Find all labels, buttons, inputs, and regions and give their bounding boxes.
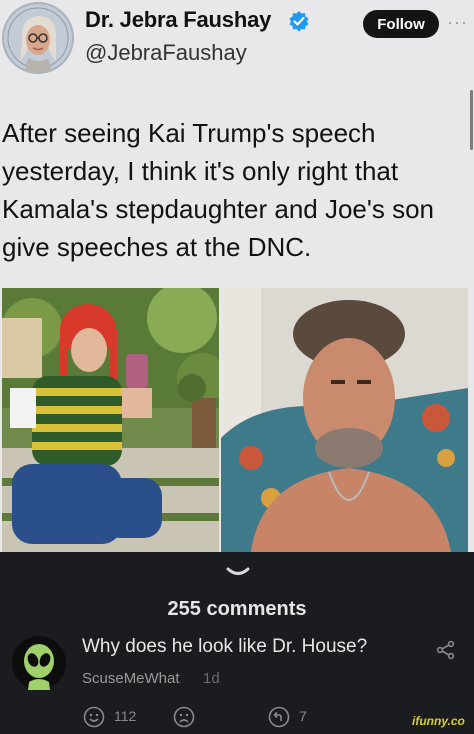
comment-username[interactable]: ScuseMeWhat (82, 670, 180, 687)
chevron-down-icon[interactable] (226, 566, 250, 580)
comment-timestamp: 1d (203, 670, 220, 687)
verified-badge-icon (289, 11, 309, 32)
comment-text: Why does he look like Dr. House? (82, 636, 368, 657)
more-horizontal-icon[interactable]: ··· (447, 12, 468, 33)
profile-avatar[interactable] (2, 2, 74, 74)
smile-like-icon[interactable] (83, 706, 105, 728)
user-handle[interactable]: @JebraFaushay (85, 40, 247, 66)
tweet-text: After seeing Kai Trump's speech yesterda… (2, 118, 434, 262)
tweet-card: Dr. Jebra Faushay @JebraFaushay Follow ·… (0, 0, 474, 552)
comments-count: 255 comments (167, 598, 307, 620)
avatar-portrait (4, 4, 72, 72)
commenter-avatar[interactable] (12, 636, 66, 690)
frown-dislike-icon[interactable] (173, 706, 195, 728)
reply-count: 7 (299, 708, 307, 724)
display-name[interactable]: Dr. Jebra Faushay (85, 7, 271, 33)
ifunny-watermark: ifunny.co (412, 714, 465, 728)
scrollbar[interactable] (470, 90, 473, 150)
photo-person-hedge (2, 288, 219, 552)
tweet-photo-left[interactable] (2, 288, 219, 552)
reply-icon[interactable] (268, 706, 290, 728)
share-icon[interactable] (436, 640, 456, 660)
photo-man-couch (221, 288, 468, 552)
tweet-photo-right[interactable] (221, 288, 468, 552)
like-count: 112 (114, 708, 137, 724)
follow-button[interactable]: Follow (363, 10, 439, 38)
